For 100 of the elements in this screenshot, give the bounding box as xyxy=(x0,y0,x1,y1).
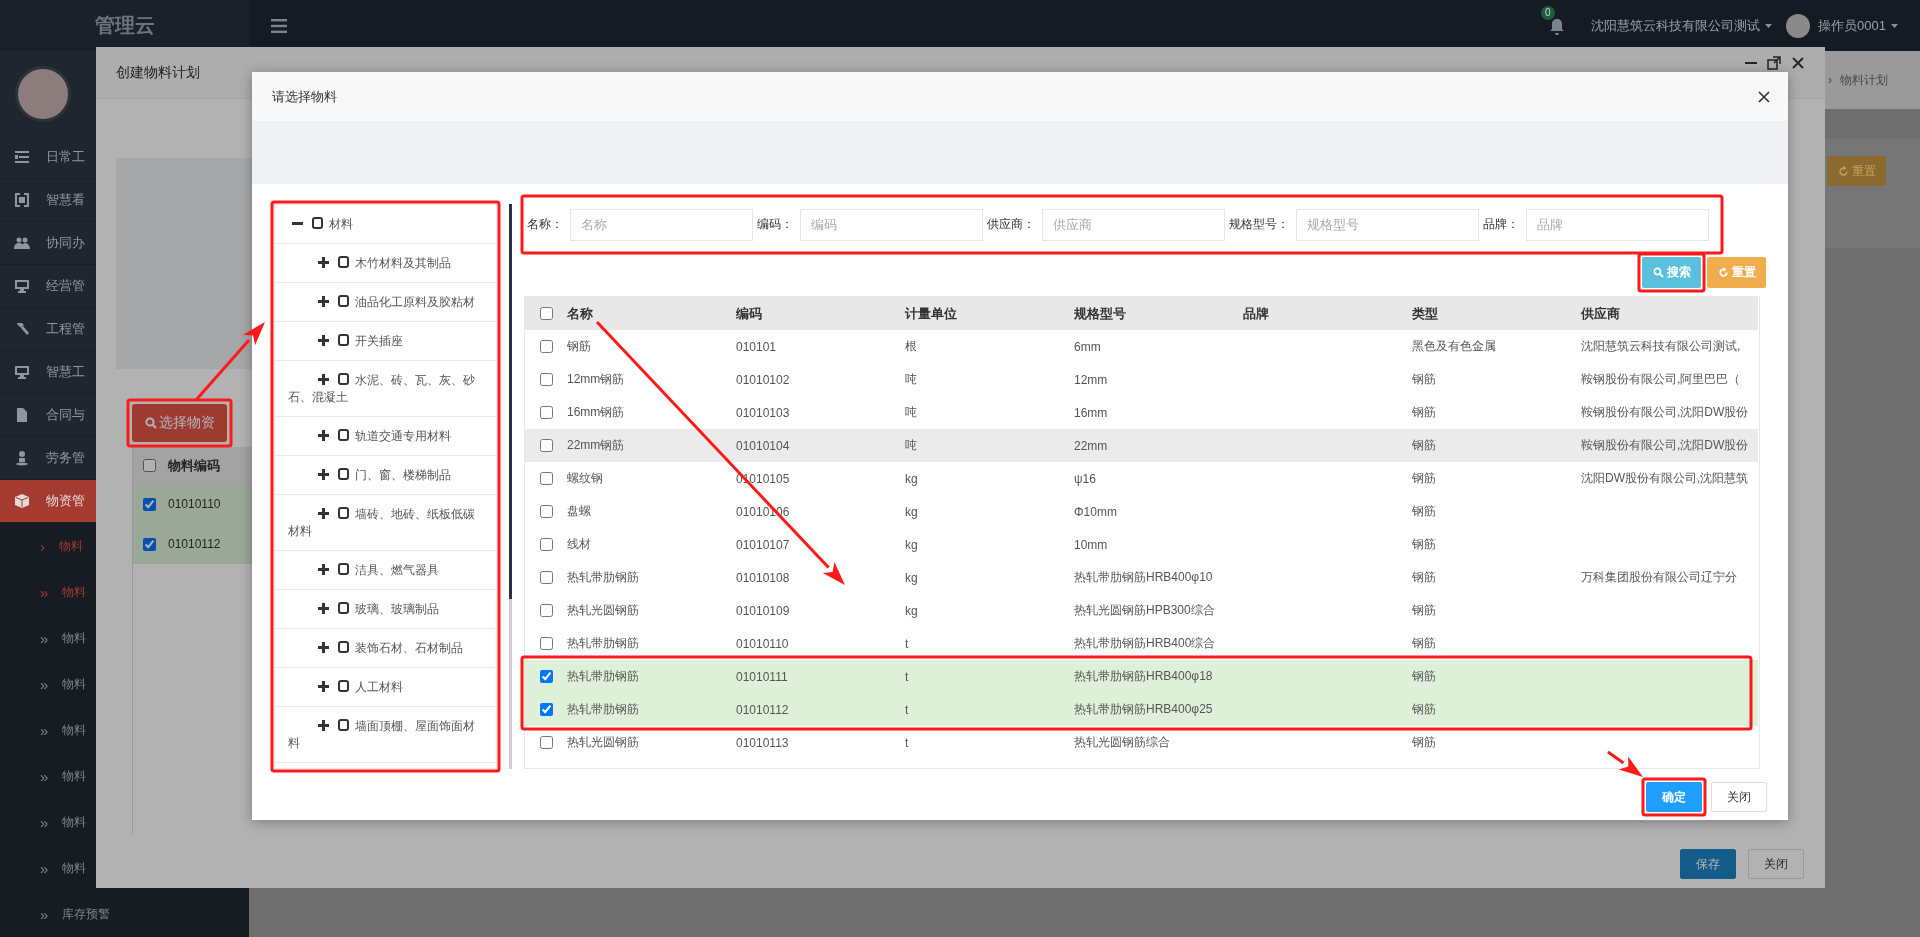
row-checkbox[interactable] xyxy=(539,538,553,551)
row-checkbox[interactable] xyxy=(539,406,553,419)
tree-item[interactable]: 木竹材料及其制品 xyxy=(275,244,496,283)
tree-checkbox[interactable] xyxy=(338,602,349,614)
table-cell-text: 吨 xyxy=(905,404,918,421)
notification-badge: 0 xyxy=(1541,5,1555,20)
monitor-icon xyxy=(14,364,30,380)
tree-item[interactable]: 玻璃、玻璃制品 xyxy=(275,590,496,629)
tree-checkbox[interactable] xyxy=(338,680,349,692)
tree-item[interactable]: 油品化工原料及胶粘材 xyxy=(275,283,496,322)
table-row[interactable]: 16mm钢筋 01010103 吨 16mm 钢筋 鞍钢股份有限公司,沈阳DW股份 xyxy=(525,396,1758,429)
table-cell-text: 钢筋 xyxy=(1412,635,1437,652)
person-icon xyxy=(14,450,30,466)
tree-item[interactable]: 装饰石材、石材制品 xyxy=(275,629,496,668)
tree-item[interactable]: 水泥、砖、瓦、灰、砂石、混凝土 xyxy=(275,361,496,417)
table-cell-text: 热轧带肋钢筋HRB400综合 xyxy=(1074,635,1217,652)
tree-item[interactable]: 开关插座 xyxy=(275,322,496,361)
input-field[interactable]: 供应商 xyxy=(1042,208,1225,241)
close-button[interactable]: 关闭 xyxy=(1748,849,1804,879)
plus-icon[interactable] xyxy=(318,430,329,441)
close-button[interactable]: 关闭 xyxy=(1711,782,1767,812)
row-checkbox[interactable] xyxy=(539,439,553,452)
plus-icon[interactable] xyxy=(318,374,329,385)
row-checkbox[interactable] xyxy=(539,736,553,749)
tree-checkbox[interactable] xyxy=(338,295,349,307)
table-cell-text: 盘螺 xyxy=(567,503,592,520)
scrollbar[interactable] xyxy=(509,204,512,769)
tree-checkbox[interactable] xyxy=(338,719,349,731)
table-row[interactable]: 线材 01010107 kg 10mm 钢筋 xyxy=(525,528,1758,561)
plus-icon[interactable] xyxy=(318,681,329,692)
tree-checkbox[interactable] xyxy=(338,641,349,653)
caret-icon xyxy=(1765,23,1773,28)
plus-icon[interactable] xyxy=(318,564,329,575)
company-menu[interactable]: 沈阳慧筑云科技有限公司测试 xyxy=(1591,16,1773,35)
nav-subitem-label: 物料 xyxy=(62,629,87,647)
checkbox[interactable] xyxy=(143,537,156,551)
input-field[interactable]: 规格型号 xyxy=(1296,208,1479,241)
input-field[interactable]: 品牌 xyxy=(1526,208,1709,241)
arrow xyxy=(1607,750,1643,777)
table-cell-text: 钢筋 xyxy=(1412,437,1437,454)
tree-item[interactable]: 人工材料 xyxy=(275,668,496,707)
tree-checkbox[interactable] xyxy=(338,256,349,268)
tree-checkbox[interactable] xyxy=(338,429,349,441)
table-cell-text: 01010103 xyxy=(736,405,791,420)
table-cell-text: 沈阳慧筑云科技有限公司测试, xyxy=(1581,338,1742,355)
plus-icon[interactable] xyxy=(318,469,329,480)
row-checkbox[interactable] xyxy=(539,571,553,584)
save-button[interactable]: 保存 xyxy=(1680,849,1736,879)
table-cell-text: 10mm xyxy=(1074,537,1109,552)
row-checkbox[interactable] xyxy=(539,472,553,485)
plus-icon[interactable] xyxy=(318,603,329,614)
checkbox[interactable] xyxy=(143,497,156,511)
table-row[interactable]: 钢筋 010101 根 6mm 黑色及有色金属 沈阳慧筑云科技有限公司测试, xyxy=(525,330,1758,363)
user-menu[interactable]: 操作员0001 xyxy=(1818,16,1898,35)
table-row[interactable]: 热轧带肋钢筋 01010108 kg 热轧带肋钢筋HRB400φ10 钢筋 万科集团股份有限公司辽宁分 xyxy=(525,561,1758,594)
input-field[interactable]: 名称 xyxy=(570,208,753,241)
tree-checkbox[interactable] xyxy=(338,507,349,519)
plus-icon[interactable] xyxy=(318,720,329,731)
plus-icon[interactable] xyxy=(318,335,329,346)
row-checkbox[interactable] xyxy=(539,670,553,683)
tree-checkbox[interactable] xyxy=(338,563,349,575)
checkbox[interactable] xyxy=(539,307,553,320)
table-row[interactable]: 热轧带肋钢筋 01010112 t 热轧带肋钢筋HRB400φ25 钢筋 xyxy=(525,693,1758,726)
tree-checkbox[interactable] xyxy=(312,217,323,229)
table-row[interactable]: 热轧光圆钢筋 01010109 kg 热轧光圆钢筋HPB300综合 钢筋 xyxy=(525,594,1758,627)
tree-item[interactable]: 墙砖、地砖、纸板低碳材料 xyxy=(275,495,496,551)
tree-item[interactable]: 轨道交通专用材料 xyxy=(275,417,496,456)
table-row[interactable]: 热轧带肋钢筋 01010110 t 热轧带肋钢筋HRB400综合 钢筋 xyxy=(525,627,1758,660)
input-field[interactable]: 编码 xyxy=(800,208,983,241)
table-cell-text: 12mm钢筋 xyxy=(567,371,626,388)
row-checkbox[interactable] xyxy=(539,604,553,617)
column-header: 名称 xyxy=(567,304,594,323)
checkbox[interactable] xyxy=(143,459,156,472)
plus-icon[interactable] xyxy=(318,642,329,653)
tree-checkbox[interactable] xyxy=(338,373,349,385)
table-cell-text: 吨 xyxy=(905,437,918,454)
table-row[interactable]: 热轧光圆钢筋 01010113 t 热轧光圆钢筋综合 钢筋 xyxy=(525,726,1758,759)
tree-item[interactable]: 门、窗、楼梯制品 xyxy=(275,456,496,495)
tree-item[interactable]: 墙面顶棚、屋面饰面材料 xyxy=(275,707,496,763)
row-checkbox[interactable] xyxy=(539,340,553,353)
table-row[interactable]: 12mm钢筋 01010102 吨 12mm 钢筋 鞍钢股份有限公司,阿里巴巴（ xyxy=(525,363,1758,396)
plus-icon[interactable] xyxy=(318,257,329,268)
table-row[interactable]: 热轧带肋钢筋 01010111 t 热轧带肋钢筋HRB400φ18 钢筋 xyxy=(525,660,1758,693)
row-checkbox[interactable] xyxy=(539,703,553,716)
chevron-icon: » xyxy=(40,629,49,647)
plus-icon[interactable] xyxy=(318,296,329,307)
row-checkbox[interactable] xyxy=(539,505,553,518)
table-cell-text: 鞍钢股份有限公司,沈阳DW股份 xyxy=(1581,404,1750,421)
table-row[interactable]: 22mm钢筋 01010104 吨 22mm 钢筋 鞍钢股份有限公司,沈阳DW股份 xyxy=(525,429,1758,462)
nav-subitem[interactable]: » 库存预警 xyxy=(0,891,249,937)
table-cell-text: 01010112 xyxy=(736,702,790,717)
row-checkbox[interactable] xyxy=(539,373,553,386)
tree-checkbox[interactable] xyxy=(338,468,349,480)
tree-checkbox[interactable] xyxy=(338,334,349,346)
tree-item[interactable]: 材料 xyxy=(275,205,496,244)
table-cell-text: 钢筋 xyxy=(1412,569,1437,586)
tree-item[interactable]: 洁具、燃气器具 xyxy=(275,551,496,590)
plus-icon[interactable] xyxy=(318,508,329,519)
row-checkbox[interactable] xyxy=(539,637,553,650)
table-cell-text: 根 xyxy=(905,338,918,355)
